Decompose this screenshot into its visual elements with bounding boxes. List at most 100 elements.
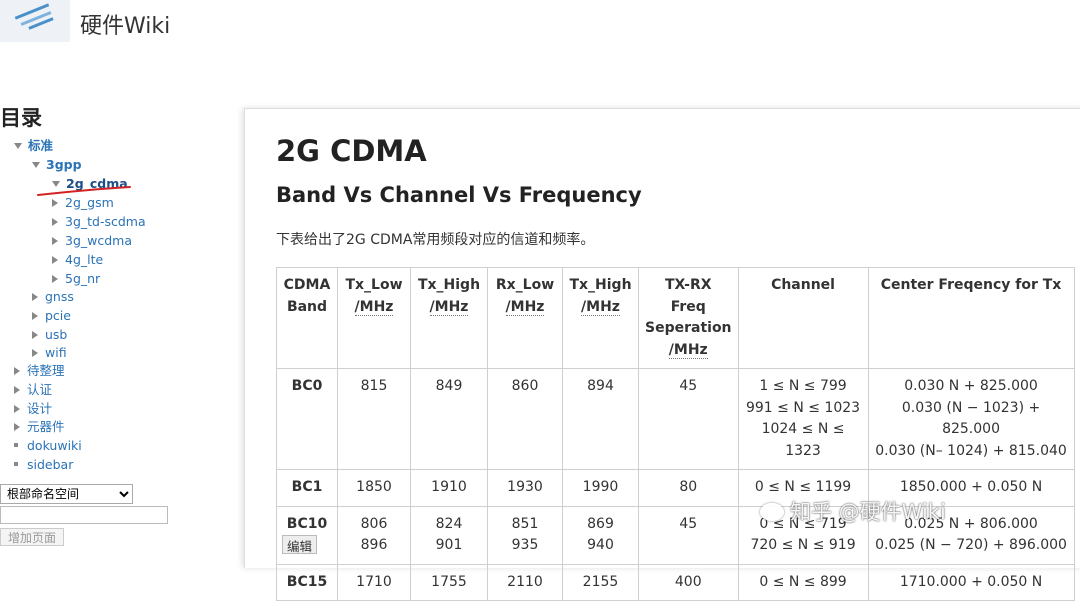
- toc-item-link[interactable]: 设计: [27, 401, 52, 416]
- frequency-table: CDMA Band Tx_Low/MHz Tx_High/MHz Rx_Low/MHz T…: [276, 267, 1075, 601]
- toc-item[interactable]: 4g_lte: [52, 251, 103, 269]
- table-header-cell: Center Freqency for Tx: [867, 267, 1075, 369]
- toc-item[interactable]: 5g_nr: [52, 270, 100, 288]
- header-line: Tx_Low: [345, 277, 403, 293]
- table-cell: 806 896: [337, 505, 411, 565]
- toc-item[interactable]: 认证: [14, 381, 52, 399]
- table-cell: 1910: [410, 469, 488, 507]
- table-cell: 1 ≤ N ≤ 799 991 ≤ N ≤ 1023 1024 ≤ N ≤ 1323: [737, 368, 869, 470]
- toc-item[interactable]: 元器件: [14, 418, 65, 436]
- table-cell: 80: [638, 469, 739, 507]
- toc-title: 目录: [0, 106, 42, 130]
- toc-item-link[interactable]: wifi: [45, 345, 67, 360]
- toc-item[interactable]: dokuwiki: [14, 437, 82, 455]
- expanded-triangle-icon: [32, 162, 40, 168]
- collapsed-triangle-icon: [14, 386, 20, 394]
- table-cell: 1710: [337, 563, 411, 601]
- cell-line: 806: [360, 515, 388, 532]
- bullet-icon: [14, 443, 18, 447]
- header-line: Center Freqency for Tx: [880, 277, 1062, 293]
- toc-item[interactable]: 3g_td-scdma: [52, 213, 146, 231]
- cell-line: 0 ≤ N ≤ 899: [759, 573, 847, 590]
- section-heading: Band Vs Channel Vs Frequency: [276, 183, 642, 207]
- header-line: Rx_Low: [495, 277, 555, 293]
- toc-item-link[interactable]: 5g_nr: [65, 271, 100, 286]
- toc-item[interactable]: 标准: [14, 137, 53, 155]
- header-line: Seperation: [645, 320, 732, 336]
- cell-line: 901: [435, 537, 463, 553]
- table-body: BC0 815 849 860 894 45 1 ≤ N ≤ 799 991 ≤ N ≤ 10…: [276, 368, 1075, 601]
- namespace-select[interactable]: 根部命名空间: [0, 484, 133, 504]
- toc-item-link[interactable]: gnss: [45, 289, 74, 304]
- table-cell: 2110: [487, 563, 563, 601]
- header-line: CDMA: [283, 277, 331, 293]
- collapsed-triangle-icon: [52, 199, 58, 207]
- edit-button[interactable]: 编辑: [282, 535, 318, 554]
- collapsed-triangle-icon: [52, 237, 58, 245]
- toc-item-link[interactable]: 3g_td-scdma: [65, 214, 146, 229]
- cell-line: 894: [587, 378, 614, 394]
- page-title: 2G CDMA: [276, 134, 427, 168]
- header-line: /MHz: [581, 298, 620, 316]
- toc-item-link[interactable]: 4g_lte: [65, 252, 103, 267]
- cell-line: 849: [435, 378, 463, 394]
- toc-item-link[interactable]: 标准: [28, 138, 53, 153]
- toc-item-link[interactable]: dokuwiki: [27, 438, 82, 453]
- red-annotation-underline: [37, 186, 131, 196]
- table-cell: 0.030 N + 825.000 0.030 (N − 1023) + 825.…: [867, 368, 1075, 470]
- toc-item[interactable]: pcie: [32, 307, 71, 325]
- table-header-cell: TX-RX Freq Seperation/MHz: [638, 267, 739, 369]
- toc-item-link[interactable]: 3gpp: [46, 157, 82, 172]
- cell-line: 896: [360, 537, 388, 553]
- cell-line: 2155: [582, 573, 619, 590]
- toc-item[interactable]: 3g_wcdma: [52, 232, 132, 250]
- table-header-cell: CDMA Band: [276, 267, 338, 369]
- table-header-cell: Rx_Low/MHz: [487, 267, 563, 369]
- table-row: BC0 815 849 860 894 45 1 ≤ N ≤ 799 991 ≤ N ≤ 10…: [276, 368, 1075, 470]
- toc-item-link[interactable]: pcie: [45, 308, 71, 323]
- table-header-cell: Channel: [737, 267, 869, 369]
- table-cell: 400: [638, 563, 739, 601]
- header-line: Tx_High: [417, 277, 481, 293]
- table-cell: 824 901: [410, 505, 488, 565]
- table-cell: 45: [638, 505, 739, 565]
- collapsed-triangle-icon: [52, 256, 58, 264]
- table-header-cell: Tx_Low/MHz: [337, 267, 411, 369]
- header-line: Tx_High: [569, 277, 632, 293]
- toc-item-link[interactable]: sidebar: [27, 457, 73, 472]
- cell-line: 1850.000 + 0.050 N: [899, 479, 1043, 495]
- toc-item-link[interactable]: 3g_wcdma: [65, 233, 132, 248]
- toc-item[interactable]: wifi: [32, 344, 67, 362]
- table-cell: 1990: [562, 469, 639, 507]
- collapsed-triangle-icon: [32, 293, 38, 301]
- collapsed-triangle-icon: [32, 349, 38, 357]
- toc-item[interactable]: 设计: [14, 400, 52, 418]
- toc-item[interactable]: gnss: [32, 288, 74, 306]
- table-cell: 1755: [410, 563, 488, 601]
- cell-line: 1755: [431, 573, 467, 590]
- cell-line: 0.030 (N − 1023) + 825.000: [901, 399, 1041, 438]
- toc-item[interactable]: 3gpp: [32, 156, 82, 174]
- add-page-button[interactable]: 增加页面: [0, 528, 64, 546]
- cell-line: 0.030 (N– 1024) + 815.040: [875, 442, 1067, 459]
- toc-item[interactable]: sidebar: [14, 456, 73, 474]
- cell-line: 851: [511, 515, 539, 532]
- cell-line: 1910: [431, 479, 467, 495]
- collapsed-triangle-icon: [32, 312, 38, 320]
- new-page-input[interactable]: [0, 506, 168, 524]
- table-cell: BC1: [276, 469, 338, 507]
- toc-item-link[interactable]: 元器件: [27, 419, 65, 434]
- collapsed-triangle-icon: [32, 331, 38, 339]
- site-title[interactable]: 硬件Wiki: [80, 8, 170, 40]
- toc-item-link[interactable]: usb: [45, 327, 67, 342]
- header-line: /MHz: [429, 298, 469, 316]
- toc-item[interactable]: usb: [32, 326, 67, 344]
- toc-item-link[interactable]: 认证: [27, 382, 52, 397]
- toc-item-link[interactable]: 待整理: [27, 363, 65, 378]
- cell-line: 824: [435, 515, 463, 532]
- toc-item[interactable]: 待整理: [14, 362, 65, 380]
- site-logo[interactable]: [0, 0, 70, 42]
- collapsed-triangle-icon: [14, 423, 20, 431]
- expanded-triangle-icon: [14, 143, 22, 149]
- header-line: TX-RX Freq: [664, 277, 712, 315]
